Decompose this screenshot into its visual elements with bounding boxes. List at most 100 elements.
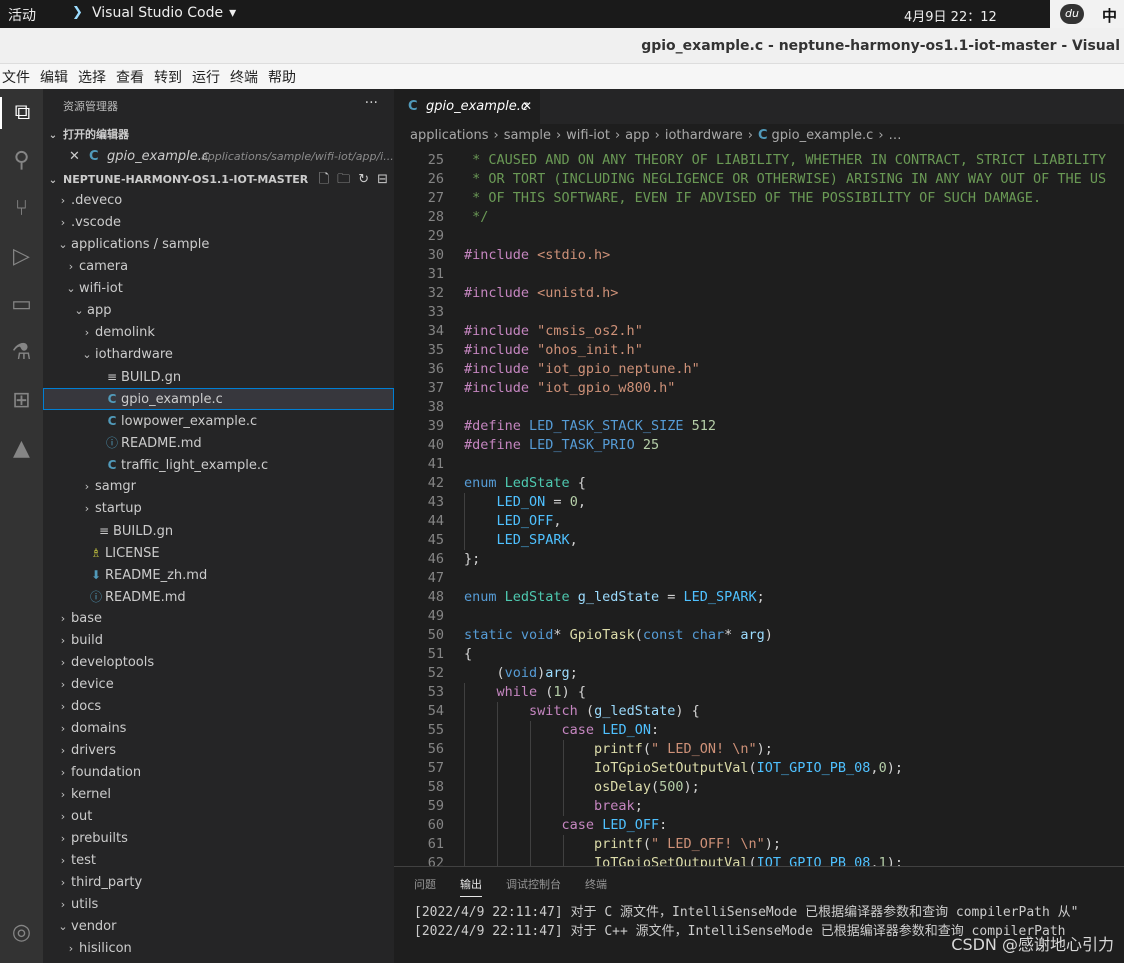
tree-folder[interactable]: › docs bbox=[43, 696, 394, 718]
code-line[interactable]: 30 #include <stdio.h> bbox=[394, 246, 1124, 265]
tree-folder[interactable]: › drivers bbox=[43, 740, 394, 762]
code-line[interactable]: 55 case LED_ON: bbox=[394, 721, 1124, 740]
breadcrumb-item[interactable]: applications bbox=[410, 128, 488, 143]
breadcrumb-item[interactable]: sample bbox=[504, 128, 551, 143]
code-line[interactable]: 54 switch (g_ledState) { bbox=[394, 702, 1124, 721]
tree-file[interactable]: Cgpio_example.c bbox=[43, 388, 394, 410]
code-line[interactable]: 29 bbox=[394, 227, 1124, 246]
refresh-icon[interactable]: ↻ bbox=[358, 169, 369, 191]
tree-folder[interactable]: › samgr bbox=[43, 476, 394, 498]
tree-folder[interactable]: ⌄ app bbox=[43, 300, 394, 322]
tree-folder[interactable]: › foundation bbox=[43, 762, 394, 784]
code-line[interactable]: 62 IoTGpioSetOutputVal(IOT_GPIO_PB_08,1)… bbox=[394, 854, 1124, 866]
breadcrumb-item[interactable]: … bbox=[889, 128, 902, 143]
breadcrumb-item[interactable]: app bbox=[625, 128, 649, 143]
code-line[interactable]: 28 */ bbox=[394, 208, 1124, 227]
code-line[interactable]: 56 printf(" LED_ON! \n"); bbox=[394, 740, 1124, 759]
tree-file[interactable]: ⓘ README.md bbox=[43, 432, 394, 454]
account-icon[interactable]: ◎ bbox=[0, 917, 43, 949]
menu-item-2[interactable]: 选择 bbox=[78, 67, 106, 87]
tree-folder[interactable]: › developtools bbox=[43, 652, 394, 674]
code-line[interactable]: 27 * OF THIS SOFTWARE, EVEN IF ADVISED O… bbox=[394, 189, 1124, 208]
tree-folder[interactable]: › .vscode bbox=[43, 212, 394, 234]
clock[interactable]: 4月9日 22：12 bbox=[904, 6, 997, 25]
tree-folder[interactable]: › third_party bbox=[43, 872, 394, 894]
tree-folder[interactable]: ⌄ iothardware bbox=[43, 344, 394, 366]
explorer-icon[interactable]: ⧉ bbox=[0, 97, 43, 129]
app-menu[interactable]: ❯ Visual Studio Code ▾ bbox=[72, 5, 236, 21]
code-line[interactable]: 32 #include <unistd.h> bbox=[394, 284, 1124, 303]
code-line[interactable]: 61 printf(" LED_OFF! \n"); bbox=[394, 835, 1124, 854]
code-line[interactable]: 50 static void* GpioTask(const char* arg) bbox=[394, 626, 1124, 645]
tree-folder[interactable]: ⌄ applications / sample bbox=[43, 234, 394, 256]
code-line[interactable]: 37 #include "iot_gpio_w800.h" bbox=[394, 379, 1124, 398]
code-line[interactable]: 59 break; bbox=[394, 797, 1124, 816]
tree-folder[interactable]: › device bbox=[43, 674, 394, 696]
code-line[interactable]: 41 bbox=[394, 455, 1124, 474]
code-line[interactable]: 46}; bbox=[394, 550, 1124, 569]
tree-folder[interactable]: › build bbox=[43, 630, 394, 652]
tree-file[interactable]: ⓘ README.md bbox=[43, 586, 394, 608]
code-line[interactable]: 48 enum LedState g_ledState = LED_SPARK; bbox=[394, 588, 1124, 607]
tree-folder[interactable]: › out bbox=[43, 806, 394, 828]
new-file-icon[interactable]: 🗋 bbox=[319, 169, 329, 191]
tree-folder[interactable]: › demolink bbox=[43, 322, 394, 344]
tree-folder[interactable]: ⌄ vendor bbox=[43, 916, 394, 938]
tree-folder[interactable]: ⌄ wifi-iot bbox=[43, 278, 394, 300]
panel-tab-3[interactable]: 终端 bbox=[585, 876, 607, 897]
close-icon[interactable]: ✕ bbox=[69, 146, 80, 168]
code-line[interactable]: 52 (void)arg; bbox=[394, 664, 1124, 683]
tree-folder[interactable]: › hisilicon bbox=[43, 938, 394, 960]
code-line[interactable]: 33 bbox=[394, 303, 1124, 322]
code-line[interactable]: 53 while (1) { bbox=[394, 683, 1124, 702]
tree-file[interactable]: ≡ BUILD.gn bbox=[43, 366, 394, 388]
tree-folder[interactable]: › startup bbox=[43, 498, 394, 520]
tree-folder[interactable]: › kernel bbox=[43, 784, 394, 806]
code-line[interactable]: 26 * OR TORT (INCLUDING NEGLIGENCE OR OT… bbox=[394, 170, 1124, 189]
open-editors-header[interactable]: ⌄ 打开的编辑器 bbox=[43, 124, 394, 146]
code-line[interactable]: 60 case LED_OFF: bbox=[394, 816, 1124, 835]
menu-item-0[interactable]: 文件 bbox=[2, 67, 30, 87]
collapse-all-icon[interactable]: ⊟ bbox=[377, 169, 388, 191]
panel-tab-2[interactable]: 调试控制台 bbox=[506, 876, 561, 897]
tree-folder[interactable]: › .deveco bbox=[43, 190, 394, 212]
source-control-icon[interactable]: ⑂ bbox=[0, 193, 43, 225]
tree-file[interactable]: ♗ LICENSE bbox=[43, 542, 394, 564]
code-line[interactable]: 58 osDelay(500); bbox=[394, 778, 1124, 797]
close-icon[interactable]: ✕ bbox=[522, 89, 532, 124]
remote-explorer-icon[interactable]: ▭ bbox=[0, 289, 43, 321]
open-editor-item[interactable]: ✕ C gpio_example.c applications/sample/w… bbox=[43, 146, 394, 168]
panel-tab-1[interactable]: 输出 bbox=[460, 876, 482, 897]
more-actions-icon[interactable]: ··· bbox=[365, 95, 378, 111]
tree-file[interactable]: Ctraffic_light_example.c bbox=[43, 454, 394, 476]
search-icon[interactable]: ⚲ bbox=[0, 145, 43, 177]
run-debug-icon[interactable]: ▷ bbox=[0, 241, 43, 273]
tree-folder[interactable]: › domains bbox=[43, 718, 394, 740]
panel-tab-0[interactable]: 问题 bbox=[414, 876, 436, 897]
tab-gpio-example[interactable]: C gpio_example.c ✕ bbox=[394, 89, 540, 124]
tree-file[interactable]: ≡ BUILD.gn bbox=[43, 520, 394, 542]
breadcrumb-item[interactable]: wifi-iot bbox=[566, 128, 610, 143]
code-line[interactable]: 36 #include "iot_gpio_neptune.h" bbox=[394, 360, 1124, 379]
tree-folder[interactable]: › utils bbox=[43, 894, 394, 916]
deveco-icon[interactable]: ▲ bbox=[0, 433, 43, 465]
tree-folder[interactable]: › test bbox=[43, 850, 394, 872]
code-line[interactable]: 42 enum LedState { bbox=[394, 474, 1124, 493]
code-line[interactable]: 44 LED_OFF, bbox=[394, 512, 1124, 531]
activities-button[interactable]: 活动 bbox=[8, 5, 36, 25]
menu-item-3[interactable]: 查看 bbox=[116, 67, 144, 87]
code-line[interactable]: 43 LED_ON = 0, bbox=[394, 493, 1124, 512]
tree-folder[interactable]: › prebuilts bbox=[43, 828, 394, 850]
input-method-indicator[interactable]: 中 bbox=[1102, 5, 1117, 26]
tree-file[interactable]: ⬇ README_zh.md bbox=[43, 564, 394, 586]
menu-item-4[interactable]: 转到 bbox=[154, 67, 182, 87]
code-line[interactable]: 31 bbox=[394, 265, 1124, 284]
testing-icon[interactable]: ⚗ bbox=[0, 337, 43, 369]
code-line[interactable]: 45 LED_SPARK, bbox=[394, 531, 1124, 550]
code-line[interactable]: 49 bbox=[394, 607, 1124, 626]
extensions-icon[interactable]: ⊞ bbox=[0, 385, 43, 417]
menu-item-7[interactable]: 帮助 bbox=[268, 67, 296, 87]
tree-folder[interactable]: › camera bbox=[43, 256, 394, 278]
code-line[interactable]: 34 #include "cmsis_os2.h" bbox=[394, 322, 1124, 341]
new-folder-icon[interactable]: 🗀 bbox=[337, 169, 350, 191]
